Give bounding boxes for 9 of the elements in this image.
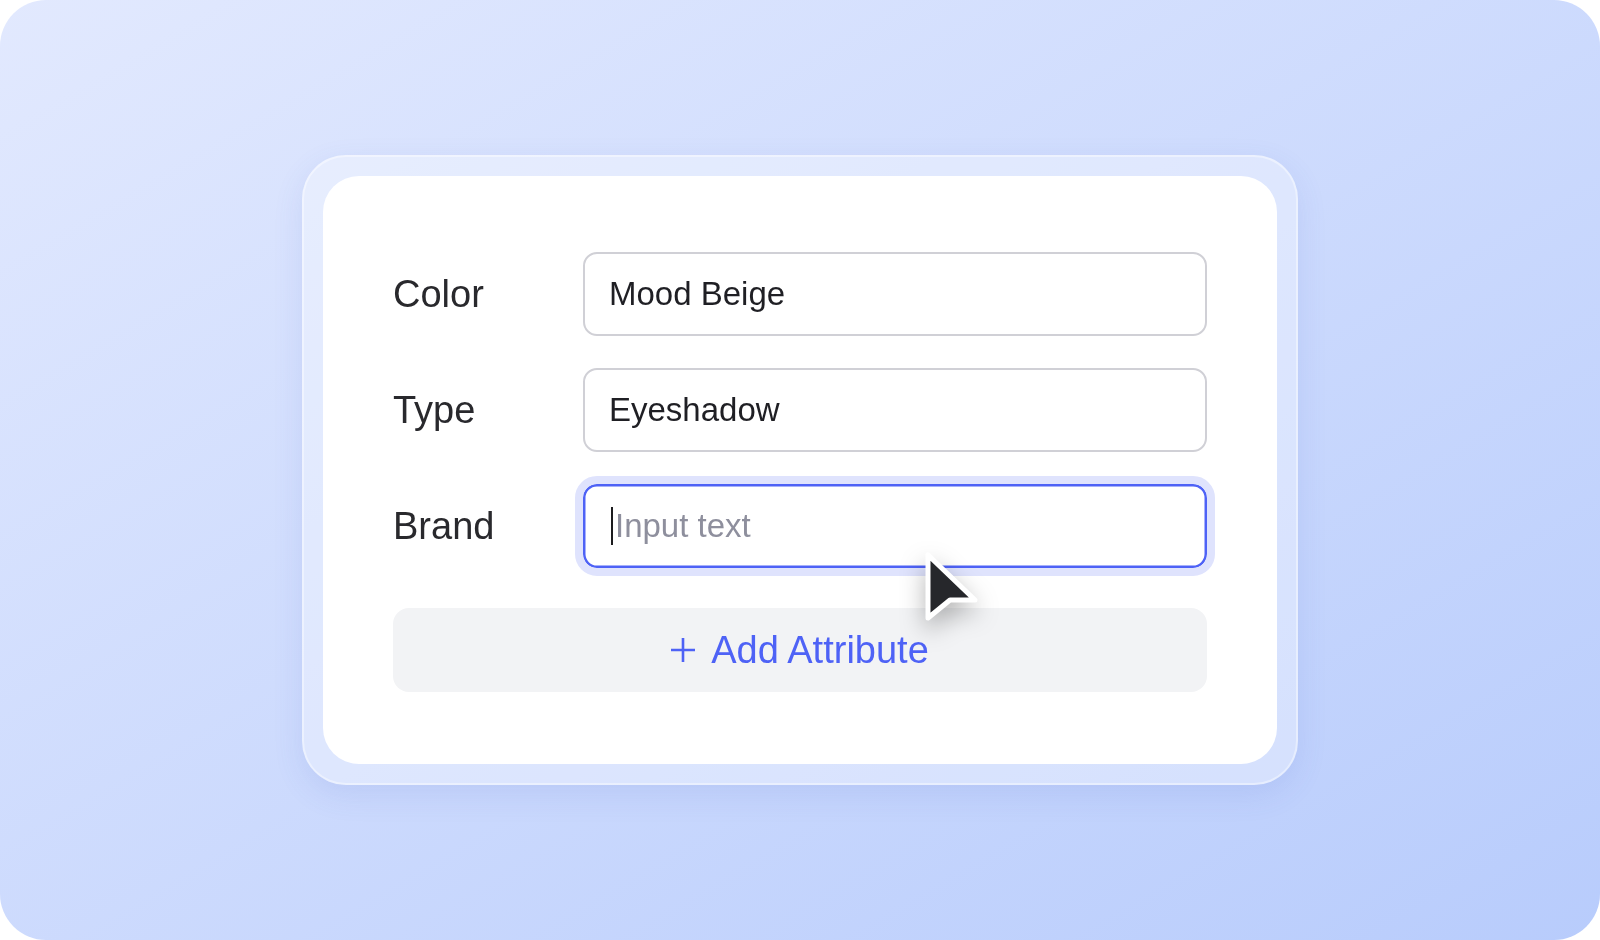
- field-label: Type: [393, 391, 477, 429]
- text-field[interactable]: Mood Beige: [583, 252, 1207, 336]
- text-field[interactable]: Eyeshadow: [583, 368, 1207, 452]
- plus-icon: [671, 638, 696, 662]
- field-label: Color: [393, 275, 485, 313]
- text-field[interactable]: Input text: [575, 476, 1215, 576]
- add-attribute-button[interactable]: Add Attribute: [393, 608, 1207, 692]
- text-caret-icon: [611, 507, 613, 545]
- field-label: Brand: [393, 507, 496, 545]
